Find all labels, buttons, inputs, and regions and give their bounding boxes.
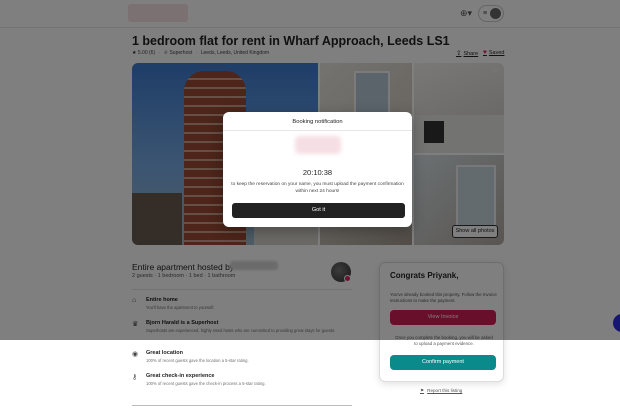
booking-notification-modal: Booking notification 20:10:38 to keep th…	[223, 112, 412, 227]
feature-description: 100% of recent guests gave the location …	[146, 358, 249, 363]
feature-location: ◉ Great location 100% of recent guests g…	[132, 350, 352, 366]
confirm-payment-button[interactable]: Confirm payment	[390, 355, 496, 370]
key-icon: ⚷	[132, 374, 138, 381]
got-it-button[interactable]: Got it	[232, 203, 405, 218]
feature-title: Great location	[146, 350, 183, 356]
feature-checkin: ⚷ Great check-in experience 100% of rece…	[132, 373, 352, 389]
modal-title: Booking notification	[292, 119, 343, 125]
divider	[223, 130, 412, 131]
divider	[132, 405, 352, 406]
feature-description: 100% of recent guests gave the check-in …	[146, 381, 266, 386]
report-listing-link[interactable]: ⚑ Report this listing	[420, 388, 462, 394]
modal-logo	[295, 136, 341, 154]
location-pin-icon: ◉	[132, 351, 139, 358]
flag-icon: ⚑	[420, 388, 425, 393]
modal-message: to keep the reservation on your name, yo…	[231, 182, 404, 194]
countdown-timer: 20:10:38	[302, 168, 333, 177]
report-label: Report this listing	[427, 388, 463, 393]
feature-title: Great check-in experience	[146, 373, 215, 379]
